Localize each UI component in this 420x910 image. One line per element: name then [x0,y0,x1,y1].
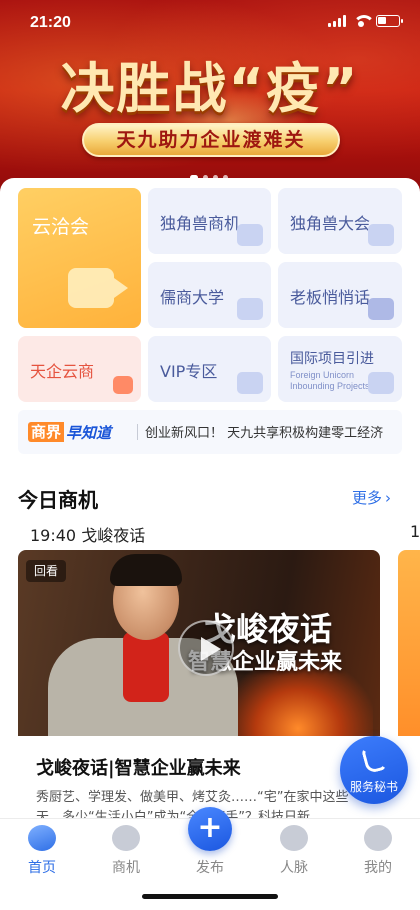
tile-label: 国际项目引进 [290,351,374,367]
ticker-badge-part1: 商界 [28,422,65,442]
tab-label: 我的 [364,860,392,876]
banner-subtitle: 天九助力企业渡难关 [82,123,340,157]
video-thumbnail[interactable]: 回看 戈峻夜话 智慧企业赢未来 [18,550,380,736]
tab-business[interactable]: 商机 [84,825,168,877]
tab-contacts[interactable]: 人脉 [252,825,336,877]
tile-label: 老板悄悄话 [290,288,371,307]
phone-icon [360,743,388,775]
signal-icon [328,15,346,27]
banner-title: 决胜战“疫” [60,57,360,120]
tile-unicorn-conference[interactable]: 独角兽大会 [278,188,402,254]
play-icon[interactable] [178,620,234,676]
book-icon [237,298,263,320]
more-link[interactable]: 更多 › [352,487,391,508]
tab-label: 商机 [112,860,140,876]
video-camera-icon [68,268,128,308]
unicorn-icon [237,224,263,246]
ticker-text[interactable]: 创业新风口！ 天九共享积极构建零工经济 [145,422,383,441]
tile-sublabel: Foreign Unicorn Inbounding Projects [290,370,370,391]
next-card-time: 14 [410,522,420,541]
ticker-badge: 商界 早知道 [28,422,111,442]
tile-tianqi-cloud[interactable]: 天企云商 [18,336,141,402]
tile-label: 云洽会 [32,216,90,238]
diamond-icon [112,825,140,851]
chat-bubble-icon [368,298,394,320]
next-card-preview[interactable] [398,550,420,736]
person-hair [110,554,182,586]
service-label: 服务秘书 [349,780,398,794]
tile-yunqiahui[interactable]: 云洽会 [18,188,141,328]
card-time: 19:40 戈峻夜话 [30,526,146,545]
tile-vip-zone[interactable]: VIP专区 [148,336,271,402]
status-icons [328,15,403,27]
hero-banner[interactable]: 21:20 决胜战“疫” 天九助力企业渡难关 [0,0,420,200]
tab-publish[interactable]: + 发布 [168,807,252,877]
crown-icon [237,372,263,394]
tile-boss-whispers[interactable]: 老板悄悄话 [278,262,402,328]
person-sweater [123,632,169,702]
tab-label: 首页 [28,860,56,876]
tile-label: 天企云商 [30,362,95,381]
plus-icon: + [188,807,232,851]
people-icon [280,825,308,851]
tab-label: 发布 [196,860,224,876]
tile-confucian-university[interactable]: 儒商大学 [148,262,271,328]
chevron-right-icon: › [385,489,392,507]
tab-home[interactable]: 首页 [0,825,84,877]
home-indicator[interactable] [142,894,278,899]
battery-icon [376,15,403,27]
id-card-icon [368,224,394,246]
section-title: 今日商机 [18,488,98,512]
tile-international-projects[interactable]: 国际项目引进 Foreign Unicorn Inbounding Projec… [278,336,402,402]
shopping-bag-icon [113,376,133,394]
status-bar: 21:20 [0,0,420,44]
globe-icon [368,372,394,394]
tile-label: 儒商大学 [160,288,225,307]
tile-unicorn-business[interactable]: 独角兽商机 [148,188,271,254]
home-icon [28,825,56,851]
replay-badge: 回看 [26,560,67,582]
profile-icon [364,825,392,851]
article-card[interactable]: 戈峻夜话|智慧企业赢未来 秀厨艺、学理发、做美甲、烤艾灸……“宅”在家中这些天，… [18,736,380,825]
tab-mine[interactable]: 我的 [336,825,420,877]
service-secretary-button[interactable]: 服务秘书 [340,736,408,804]
tile-label: 独角兽大会 [290,214,371,233]
ticker-divider [137,424,138,440]
tab-label: 人脉 [280,860,308,876]
news-ticker[interactable]: 商界 早知道 创业新风口！ 天九共享积极构建零工经济 [18,410,402,454]
wifi-icon [353,15,375,27]
tile-label: 独角兽商机 [160,214,241,233]
more-label: 更多 [352,489,383,507]
article-title: 戈峻夜话|智慧企业赢未来 [36,758,241,779]
tile-label: VIP专区 [160,362,218,381]
status-time: 21:20 [30,14,71,31]
ticker-badge-part2: 早知道 [66,423,112,442]
